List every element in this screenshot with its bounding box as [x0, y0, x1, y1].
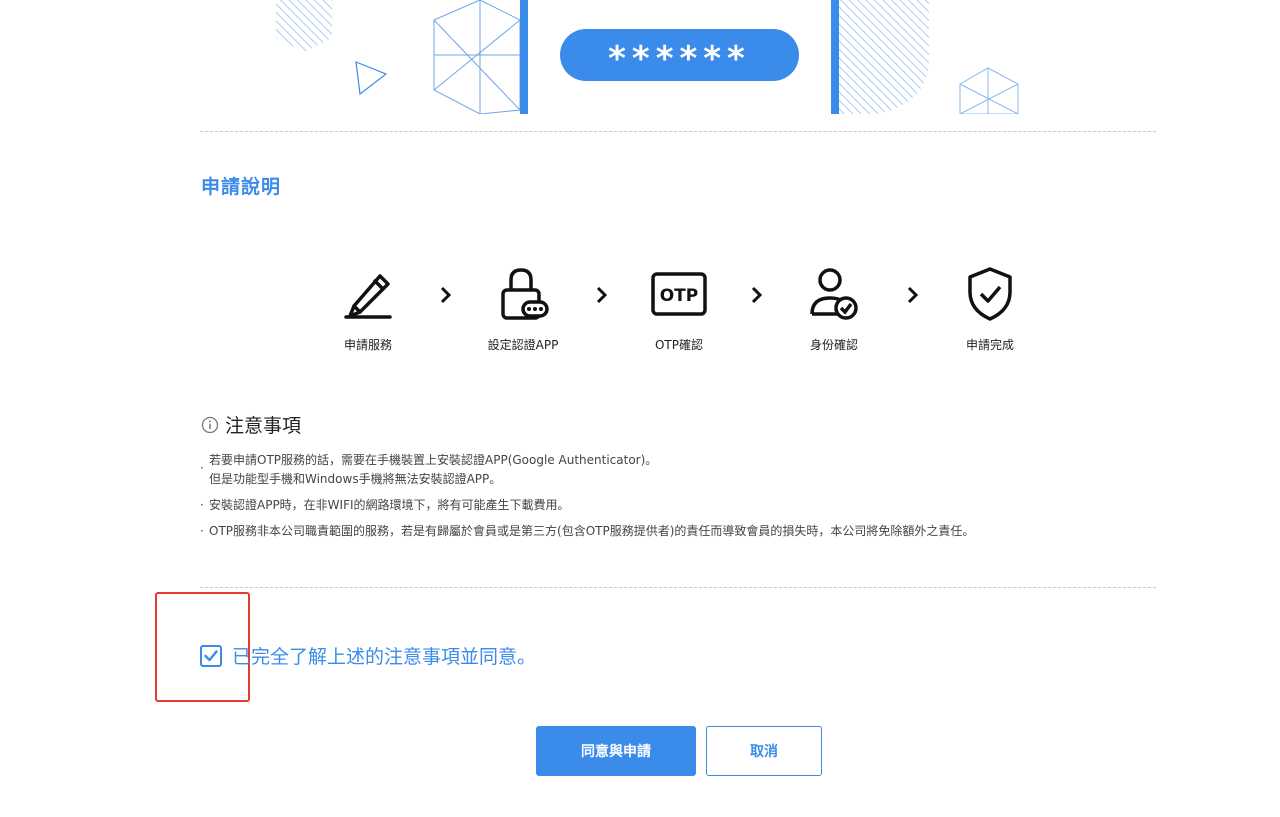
step-otp-confirm: OTP OTP確認 — [614, 262, 744, 353]
otp-icon: OTP — [651, 272, 707, 316]
chevron-right-icon — [751, 286, 763, 304]
step-application-complete: 申請完成 — [925, 262, 1055, 353]
agreement-checkbox[interactable] — [200, 644, 222, 667]
note-line: 若要申請OTP服務的話，需要在手機裝置上安裝認證APP(Google Authe… — [209, 453, 658, 467]
chevron-right-icon — [596, 286, 608, 304]
step-label: 申請服務 — [343, 338, 392, 352]
step-label: OTP確認 — [654, 338, 703, 352]
note-line: OTP服務非本公司職責範圍的服務，若是有歸屬於會員或是第三方(包含OTP服務提供… — [209, 524, 975, 538]
agreement-label: 已完全了解上述的注意事項並同意。 — [232, 646, 537, 668]
password-mask-pill: ****** — [560, 29, 799, 81]
notice-title-text: 注意事項 — [225, 415, 302, 437]
bottom-divider — [200, 587, 1156, 588]
step-setup-auth-app: 設定認證APP — [458, 262, 588, 353]
shield-check-icon — [968, 267, 1012, 321]
pencil-icon — [344, 274, 392, 319]
section-title: 申請說明 — [201, 176, 282, 198]
agreement-checkbox-row[interactable]: 已完全了解上述的注意事項並同意。 — [200, 642, 536, 669]
note-line: 安裝認證APP時，在非WIFI的網路環境下，將有可能產生下載費用。 — [209, 498, 570, 512]
application-steps: 申請服務 設定認證APP OTP OTP確認 身份確認 申請完成 — [0, 262, 1280, 362]
bullet: · — [200, 524, 204, 538]
bullet: · — [200, 498, 204, 512]
lock-icon — [501, 268, 549, 320]
agree-apply-button[interactable]: 同意與申請 — [536, 726, 696, 776]
notice-title: 注意事項 — [201, 411, 301, 438]
user-check-icon — [810, 268, 858, 320]
notice-list: · 若要申請OTP服務的話，需要在手機裝置上安裝認證APP(Google Aut… — [200, 451, 974, 541]
step-identity-confirm: 身份確認 — [769, 262, 899, 353]
list-item: · 安裝認證APP時，在非WIFI的網路環境下，將有可能產生下載費用。 — [200, 496, 974, 515]
otp-icon-text: OTP — [660, 286, 699, 306]
chevron-right-icon — [907, 286, 919, 304]
step-label: 身份確認 — [809, 338, 858, 352]
list-item: · OTP服務非本公司職責範圍的服務，若是有歸屬於會員或是第三方(包含OTP服務… — [200, 522, 974, 541]
step-label: 申請完成 — [965, 338, 1014, 352]
chevron-right-icon — [440, 286, 452, 304]
top-divider — [200, 131, 1156, 132]
info-icon — [201, 416, 219, 433]
banner-illustration: ****** — [0, 0, 1280, 114]
step-apply-service: 申請服務 — [303, 262, 433, 353]
list-item: · 若要申請OTP服務的話，需要在手機裝置上安裝認證APP(Google Aut… — [200, 451, 974, 489]
checkmark-icon — [204, 649, 218, 661]
step-label: 設定認證APP — [487, 338, 559, 352]
note-line: 但是功能型手機和Windows手機將無法安裝認證APP。 — [209, 472, 502, 486]
bullet: · — [200, 461, 204, 475]
cancel-button[interactable]: 取消 — [706, 726, 822, 776]
